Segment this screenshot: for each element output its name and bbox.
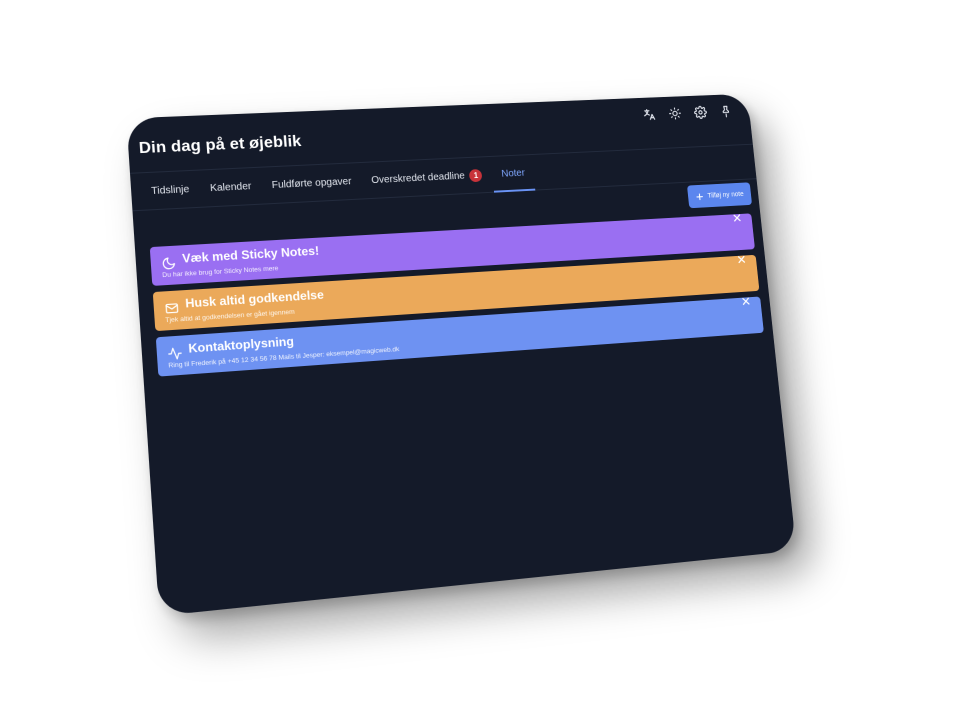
tab-label: Noter [500,167,526,180]
add-note-button[interactable]: Tilføj ny note [687,182,753,209]
plus-icon [695,192,704,201]
close-icon[interactable] [731,212,743,224]
settings-icon[interactable] [692,105,708,121]
mail-icon [164,301,180,316]
note-title: Kontaktoplysning [187,334,295,356]
stage: Din dag på et øjeblik Tidslinje Kalender… [0,0,960,720]
activity-icon [167,346,183,361]
header-icons [641,104,734,123]
tab-label: Fuldførte opgaver [271,175,352,191]
app-window: Din dag på et øjeblik Tidslinje Kalender… [126,93,797,616]
close-icon[interactable] [735,253,747,265]
overdue-count-badge: 1 [469,168,483,182]
tab-label: Overskredet deadline [370,170,466,186]
pin-icon[interactable] [718,104,734,119]
moon-icon [161,256,177,271]
note-title: Væk med Sticky Notes! [181,243,320,266]
translate-icon[interactable] [641,107,657,123]
add-note-label: Tilføj ny note [707,190,744,200]
tab-noter[interactable]: Noter [491,155,535,192]
tab-label: Kalender [209,180,252,194]
tab-tidslinje[interactable]: Tidslinje [141,171,200,210]
tab-label: Tidslinje [150,183,190,197]
tab-kalender[interactable]: Kalender [199,168,261,207]
note-text: Tjek altid at godkendelsen er gået igenn… [165,308,295,325]
tab-overskredet-deadline[interactable]: Overskredet deadline 1 [361,157,492,198]
note-title: Husk altid godkendelse [184,287,325,311]
app-title: Din dag på et øjeblik [138,133,302,158]
tab-fuldforte-opgaver[interactable]: Fuldførte opgaver [261,163,362,203]
theme-toggle-icon[interactable] [667,106,683,122]
note-text: Du har ikke brug for Sticky Notes mere [162,265,279,280]
close-icon[interactable] [740,295,752,307]
notes-list: Væk med Sticky Notes! Du har ikke brug f… [149,212,765,382]
